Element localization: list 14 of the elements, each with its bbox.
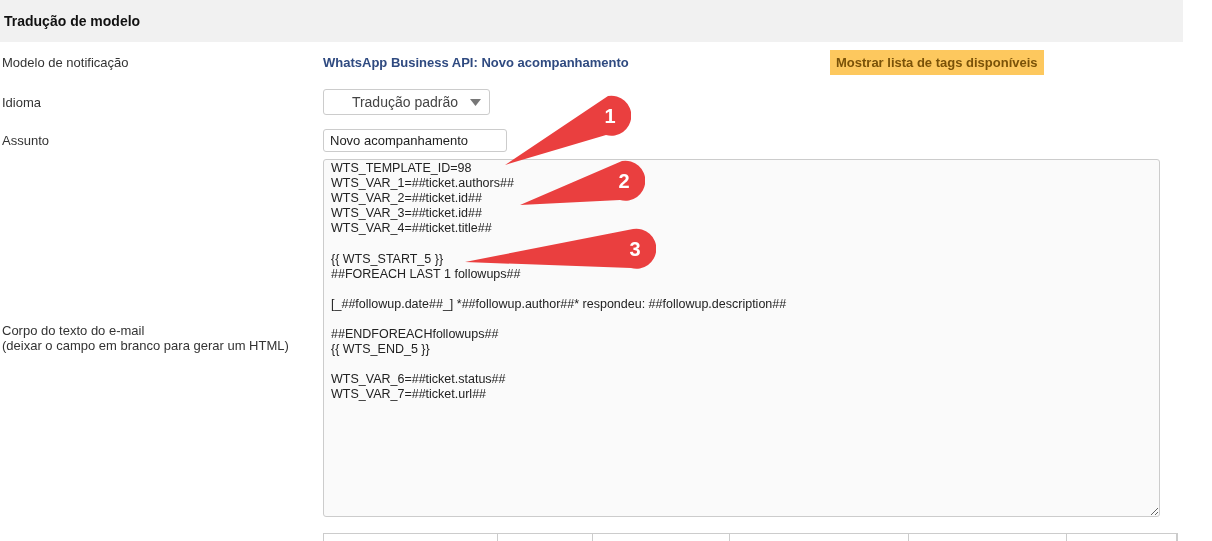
template-link[interactable]: WhatsApp Business API: Novo acompanhamento: [323, 54, 830, 70]
callout-number: 3: [629, 237, 641, 261]
caret-icon: [470, 98, 481, 106]
subject-field[interactable]: Novo acompanhamento: [323, 128, 507, 152]
field-hint: (deixar o campo em branco para gerar um HTML): [2, 338, 290, 353]
field-label: Idioma: [2, 94, 43, 110]
field-label: Assunto: [2, 132, 50, 148]
language-select[interactable]: Tradução padrão: [323, 89, 490, 115]
callout-number: 1: [604, 104, 616, 128]
show-tags-button[interactable]: Mostrar lista de tags disponíveis: [830, 49, 1044, 75]
callout-number: 2: [618, 169, 630, 193]
field-label: Corpo do texto do e-mail: [2, 323, 146, 338]
section-title: Tradução de modelo: [0, 0, 1183, 42]
field-label: Modelo de notificação: [2, 54, 130, 70]
